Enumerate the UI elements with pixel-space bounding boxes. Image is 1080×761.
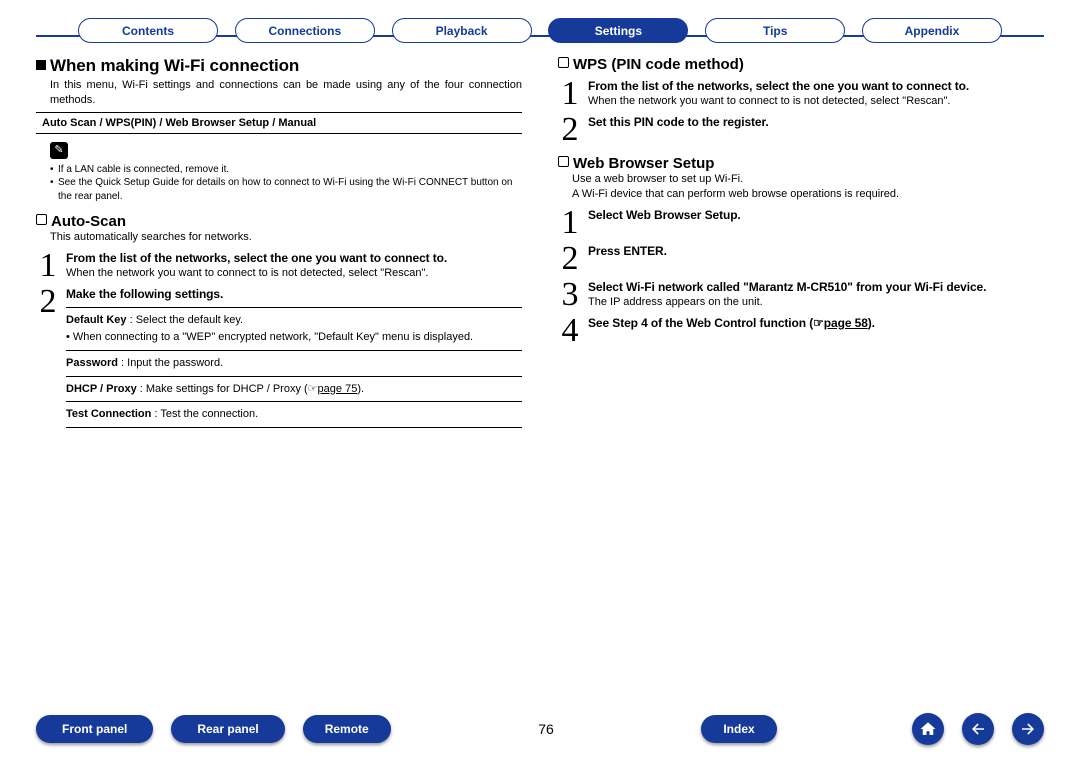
step-number: 2 xyxy=(558,244,582,274)
web-heading: Web Browser Setup xyxy=(558,155,1044,172)
note-item: If a LAN cable is connected, remove it. xyxy=(50,163,522,177)
nav-rear-panel[interactable]: Rear panel xyxy=(171,715,284,743)
step-number: 4 xyxy=(558,316,582,346)
setting-tail: ). xyxy=(357,383,364,395)
setting-key: Test Connection xyxy=(66,408,151,420)
step-title: Press ENTER. xyxy=(588,244,1044,258)
bottom-bar: Front panel Rear panel Remote 76 Index xyxy=(0,713,1080,745)
step-number: 2 xyxy=(558,115,582,145)
step-title: Select Web Browser Setup. xyxy=(588,208,1044,222)
setting-val: : Make settings for DHCP / Proxy (☞ xyxy=(137,383,318,395)
setting-key: Default Key xyxy=(66,314,127,326)
outline-square-icon xyxy=(558,156,569,167)
step4-pre: See Step 4 of the Web Control function (… xyxy=(588,316,824,330)
setting-val: : Select the default key. xyxy=(127,314,244,326)
notes-list: If a LAN cable is connected, remove it. … xyxy=(50,163,522,204)
tab-settings[interactable]: Settings xyxy=(548,18,688,43)
settings-row: DHCP / Proxy : Make settings for DHCP / … xyxy=(66,377,522,403)
settings-row: Default Key : Select the default key. • … xyxy=(66,308,522,351)
wps-step-1: 1 From the list of the networks, select … xyxy=(558,79,1044,109)
setting-key: DHCP / Proxy xyxy=(66,383,137,395)
step-title: From the list of the networks, select th… xyxy=(588,79,1044,93)
step-title: Make the following settings. xyxy=(66,287,522,301)
methods-box: Auto Scan / WPS(PIN) / Web Browser Setup… xyxy=(36,112,522,134)
settings-row: Test Connection : Test the connection. xyxy=(66,402,522,428)
next-button[interactable] xyxy=(1012,713,1044,745)
tab-appendix[interactable]: Appendix xyxy=(862,18,1002,43)
bottom-mid-group: Index xyxy=(701,715,776,743)
wps-heading-text: WPS (PIN code method) xyxy=(573,56,744,73)
step4-post: ). xyxy=(868,316,875,330)
step-1: 1 From the list of the networks, select … xyxy=(36,251,522,281)
web-step-3: 3 Select Wi-Fi network called "Marantz M… xyxy=(558,280,1044,310)
outline-square-icon xyxy=(36,214,47,225)
home-button[interactable] xyxy=(912,713,944,745)
step-title: From the list of the networks, select th… xyxy=(66,251,522,265)
web-intro-2: A Wi-Fi device that can perform web brow… xyxy=(558,187,1044,202)
step-title: Set this PIN code to the register. xyxy=(588,115,1044,129)
settings-row: Password : Input the password. xyxy=(66,351,522,377)
step-body: When the network you want to connect to … xyxy=(66,267,522,279)
step-number: 1 xyxy=(36,251,60,281)
tab-connections[interactable]: Connections xyxy=(235,18,375,43)
square-bullet-icon xyxy=(36,60,46,70)
web-step-2: 2 Press ENTER. xyxy=(558,244,1044,274)
setting-val: : Test the connection. xyxy=(151,408,258,420)
setting-val: : Input the password. xyxy=(118,357,223,369)
note-item: See the Quick Setup Guide for details on… xyxy=(50,176,522,203)
section-heading-text: When making Wi-Fi connection xyxy=(50,56,299,75)
autoscan-heading: Auto-Scan xyxy=(36,213,522,230)
step-2: 2 Make the following settings. Default K… xyxy=(36,287,522,428)
step-body: When the network you want to connect to … xyxy=(588,95,1044,107)
setting-extra: • When connecting to a "WEP" encrypted n… xyxy=(66,330,522,345)
page-number: 76 xyxy=(526,721,566,737)
section-heading: When making Wi-Fi connection xyxy=(36,56,522,76)
tab-contents[interactable]: Contents xyxy=(78,18,218,43)
home-icon xyxy=(919,720,937,738)
settings-table: Default Key : Select the default key. • … xyxy=(66,307,522,428)
wps-step-2: 2 Set this PIN code to the register. xyxy=(558,115,1044,145)
nav-index[interactable]: Index xyxy=(701,715,776,743)
tab-tips[interactable]: Tips xyxy=(705,18,845,43)
prev-button[interactable] xyxy=(962,713,994,745)
autoscan-heading-text: Auto-Scan xyxy=(51,213,126,230)
step-number: 2 xyxy=(36,287,60,317)
arrow-left-icon xyxy=(969,720,987,738)
step-body: The IP address appears on the unit. xyxy=(588,296,1044,308)
section-intro: In this menu, Wi-Fi settings and connect… xyxy=(36,78,522,108)
step-number: 1 xyxy=(558,79,582,109)
autoscan-desc: This automatically searches for networks… xyxy=(36,230,522,245)
pencil-icon: ✎ xyxy=(50,142,68,159)
tab-playback[interactable]: Playback xyxy=(392,18,532,43)
web-intro-1: Use a web browser to set up Wi-Fi. xyxy=(558,172,1044,187)
page-link[interactable]: page 75 xyxy=(318,383,358,395)
step-title: See Step 4 of the Web Control function (… xyxy=(588,316,1044,330)
step-title: Select Wi-Fi network called "Marantz M-C… xyxy=(588,280,1044,294)
step-number: 3 xyxy=(558,280,582,310)
wps-heading: WPS (PIN code method) xyxy=(558,56,1044,73)
outline-square-icon xyxy=(558,57,569,68)
page-link[interactable]: page 58 xyxy=(824,316,868,330)
top-tab-bar: Contents Connections Playback Settings T… xyxy=(36,18,1044,52)
bottom-right-group xyxy=(912,713,1044,745)
web-step-4: 4 See Step 4 of the Web Control function… xyxy=(558,316,1044,346)
arrow-right-icon xyxy=(1019,720,1037,738)
web-step-1: 1 Select Web Browser Setup. xyxy=(558,208,1044,238)
nav-front-panel[interactable]: Front panel xyxy=(36,715,153,743)
bottom-left-group: Front panel Rear panel Remote xyxy=(36,715,391,743)
nav-remote[interactable]: Remote xyxy=(303,715,391,743)
web-heading-text: Web Browser Setup xyxy=(573,155,714,172)
setting-key: Password xyxy=(66,357,118,369)
step-number: 1 xyxy=(558,208,582,238)
